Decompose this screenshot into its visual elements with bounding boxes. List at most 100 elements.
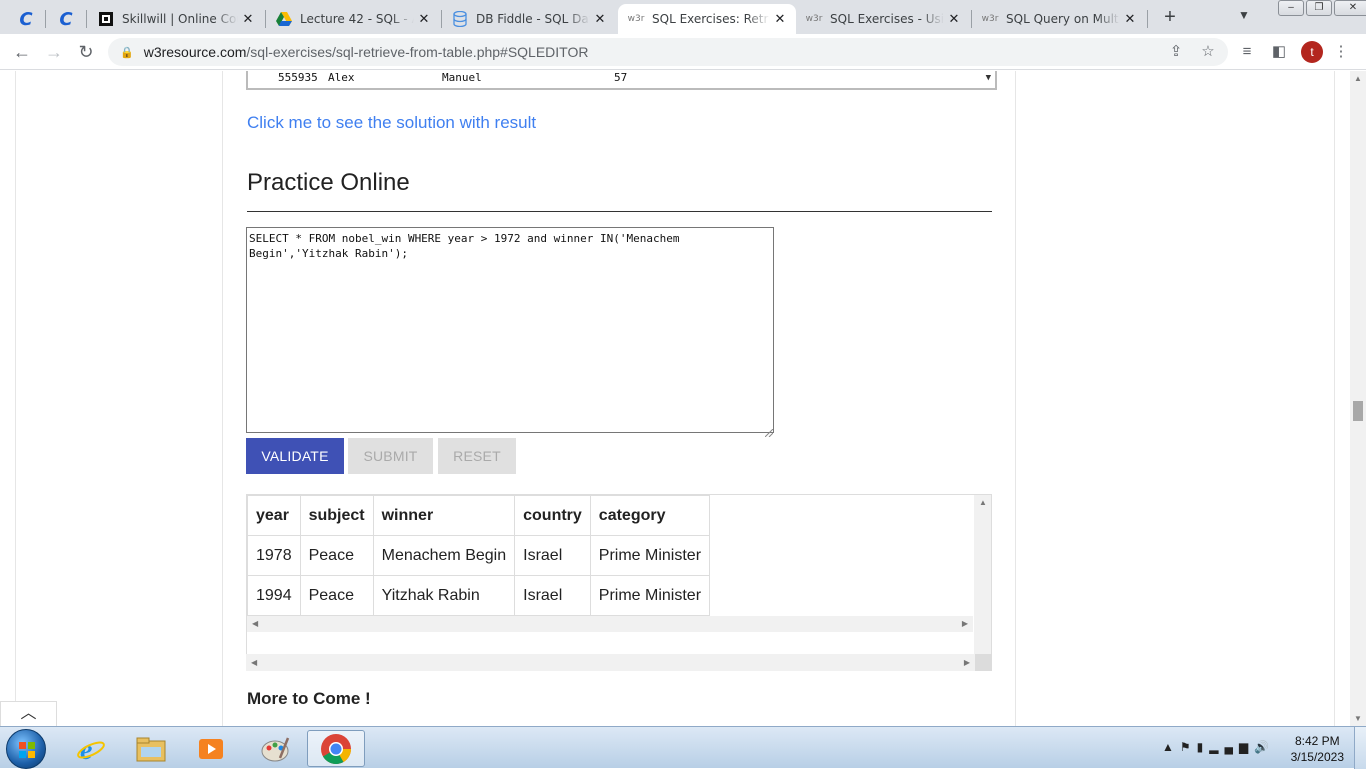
column-header: country [514, 495, 591, 536]
validate-button[interactable]: VALIDATE [246, 438, 344, 474]
system-tray: ▲⚑▮▂▄▆🔊 [1162, 740, 1275, 754]
window-controls: – ❐ ✕ [1276, 0, 1366, 18]
previous-result-box[interactable]: 555935 Alex Manuel 57 ▼ [246, 71, 997, 90]
inner-horizontal-scrollbar[interactable]: ◀ ▶ [247, 616, 973, 632]
tab-close-icon[interactable]: ✕ [770, 12, 790, 27]
close-window-button[interactable]: ✕ [1334, 0, 1366, 16]
outer-horizontal-scrollbar[interactable]: ◀ ▶ [246, 654, 992, 671]
tab-sql-query-multiple[interactable]: w3r SQL Query on Multip ✕ [972, 4, 1146, 34]
dropdown-arrow-icon[interactable]: ▼ [986, 73, 991, 83]
scroll-corner [975, 654, 992, 671]
table-cell: Yitzhak Rabin [372, 575, 516, 616]
tab-separator [45, 10, 46, 28]
show-hidden-icons-icon[interactable]: ▲ [1162, 740, 1180, 754]
restore-button[interactable]: ❐ [1306, 0, 1332, 16]
table-cell: Peace [299, 535, 374, 576]
start-button[interactable] [6, 729, 46, 769]
tab-close-icon[interactable]: ✕ [590, 12, 610, 27]
file-explorer-icon[interactable] [122, 730, 180, 767]
tab-close-icon[interactable]: ✕ [414, 12, 434, 27]
reading-list-icon[interactable]: ≡ [1237, 42, 1257, 62]
back-arrow-icon[interactable]: ← [10, 40, 34, 64]
reload-icon[interactable]: ↻ [74, 40, 98, 64]
tab-close-icon[interactable]: ✕ [238, 12, 258, 27]
pinned-c-icon: C [19, 8, 33, 30]
column-header: subject [299, 495, 374, 536]
windows-logo-icon [19, 742, 35, 758]
menu-kebab-icon[interactable]: ⋮ [1331, 42, 1351, 62]
chevron-up-icon: ︿ [20, 705, 37, 722]
practice-online-heading: Practice Online [247, 169, 410, 196]
solution-link[interactable]: Click me to see the solution with result [247, 113, 536, 133]
main-content: 555935 Alex Manuel 57 ▼ Click me to see … [237, 71, 1000, 726]
w3r-icon: w3r [981, 14, 999, 24]
tab-search-chevron-icon[interactable]: ▼ [1238, 8, 1250, 22]
new-tab-button[interactable]: + [1158, 6, 1182, 29]
profile-avatar[interactable]: t [1301, 41, 1323, 63]
page-vertical-scrollbar[interactable]: ▲ ▼ [1350, 71, 1366, 726]
tab-title: SQL Query on Multip [1006, 12, 1120, 26]
tab-lecture[interactable]: Lecture 42 - SQL - Ap ✕ [266, 4, 440, 34]
browser-toolbar: ← → ↻ 🔒 w3resource.com/sql-exercises/sql… [0, 34, 1366, 70]
minimize-button[interactable]: – [1278, 0, 1304, 16]
tab-skillwill[interactable]: Skillwill | Online Cour ✕ [88, 4, 264, 34]
tab-close-icon[interactable]: ✕ [1120, 12, 1140, 27]
tab-separator [86, 10, 87, 28]
url-path: /sql-exercises/sql-retrieve-from-table.p… [246, 44, 589, 60]
submit-button[interactable]: SUBMIT [348, 438, 433, 474]
media-player-icon[interactable] [182, 730, 240, 767]
tab-sql-exercises-using[interactable]: w3r SQL Exercises - Using ✕ [796, 4, 970, 34]
paint-icon[interactable] [246, 730, 304, 767]
scroll-up-icon[interactable]: ▲ [979, 498, 987, 507]
database-icon [452, 11, 468, 27]
resize-grip-icon[interactable] [764, 424, 774, 438]
tab-close-icon[interactable]: ✕ [944, 12, 964, 27]
result-vertical-scrollbar[interactable]: ▲ ▼ [974, 495, 991, 669]
side-panel-icon[interactable]: ◧ [1269, 42, 1289, 62]
table-cell: Israel [514, 535, 591, 576]
tab-title: SQL Exercises - Using [830, 12, 944, 26]
share-icon[interactable]: ⇪ [1166, 42, 1186, 62]
internet-explorer-icon[interactable]: e [62, 730, 120, 767]
bookmark-star-icon[interactable]: ☆ [1198, 42, 1218, 62]
signal-bars-icon[interactable]: ▂▄▆ [1209, 740, 1254, 754]
address-bar[interactable]: 🔒 w3resource.com/sql-exercises/sql-retri… [108, 38, 1228, 66]
forward-arrow-icon[interactable]: → [42, 40, 66, 64]
tab-sql-exercises-retrieve[interactable]: w3r SQL Exercises: Retriev ✕ [618, 4, 796, 34]
scroll-up-icon[interactable]: ▲ [1354, 74, 1362, 83]
pinned-tab-1[interactable]: C [8, 4, 44, 34]
chrome-icon[interactable] [307, 730, 365, 767]
divider [247, 211, 992, 212]
back-to-top-button[interactable]: ︿ [0, 701, 57, 726]
w3r-icon: w3r [805, 14, 823, 24]
table-cell: Menachem Begin [372, 535, 516, 576]
tab-separator [1147, 10, 1148, 28]
pinned-tab-2[interactable]: C [48, 4, 84, 34]
table-header-row: year subject winner country category [247, 495, 711, 536]
scroll-right-icon[interactable]: ▶ [962, 619, 968, 628]
show-desktop-button[interactable] [1354, 727, 1366, 769]
column-header: winner [372, 495, 516, 536]
scrollbar-thumb[interactable] [1353, 401, 1363, 421]
scroll-left-icon[interactable]: ◀ [251, 658, 257, 667]
scroll-left-icon[interactable]: ◀ [252, 619, 258, 628]
tab-title: SQL Exercises: Retriev [652, 12, 770, 26]
tab-title: Lecture 42 - SQL - Ap [300, 12, 414, 26]
prev-result-last: Manuel [442, 71, 482, 84]
action-center-flag-icon[interactable]: ⚑ [1180, 740, 1197, 754]
column-header: category [589, 495, 711, 536]
sql-editor-textarea[interactable]: SELECT * FROM nobel_win WHERE year > 197… [246, 227, 774, 433]
scroll-down-icon[interactable]: ▼ [1354, 714, 1362, 723]
prev-result-id: 555935 [278, 71, 318, 84]
network-icon[interactable]: ▮ [1197, 740, 1210, 754]
result-panel[interactable]: year subject winner country category 197… [246, 494, 992, 670]
volume-icon[interactable]: 🔊 [1254, 740, 1275, 754]
tab-title: Skillwill | Online Cour [122, 12, 238, 26]
tab-dbfiddle[interactable]: DB Fiddle - SQL Datal ✕ [442, 4, 616, 34]
w3r-icon: w3r [627, 14, 645, 24]
taskbar-clock[interactable]: 8:42 PM 3/15/2023 [1291, 733, 1344, 765]
more-to-come-heading: More to Come ! [247, 689, 371, 708]
reset-button[interactable]: RESET [438, 438, 516, 474]
scroll-right-icon[interactable]: ▶ [964, 658, 970, 667]
right-sidebar [1015, 71, 1335, 726]
